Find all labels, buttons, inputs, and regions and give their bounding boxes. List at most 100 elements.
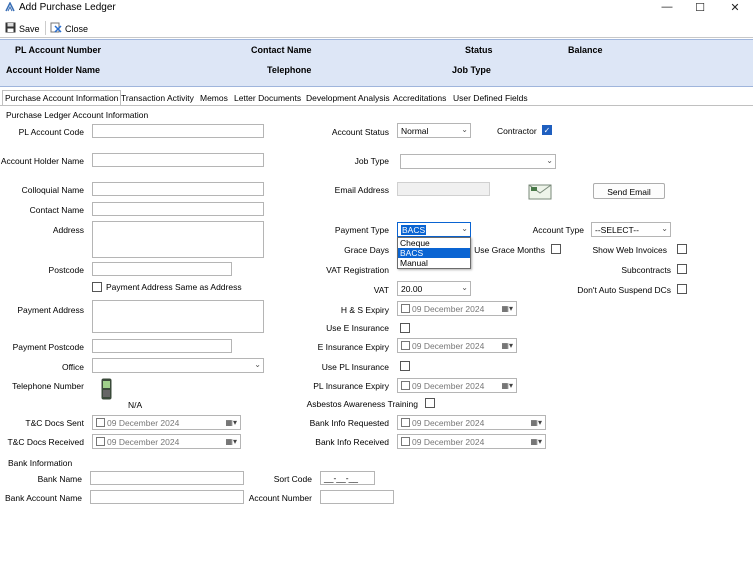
floppy-disk-icon xyxy=(5,22,16,35)
label-bank-account-name: Bank Account Name xyxy=(4,493,82,503)
account-type-select[interactable]: --SELECT-- ⌄ xyxy=(591,222,671,237)
tc-docs-received-date[interactable]: 09 December 2024 ▦▾ xyxy=(92,434,241,449)
label-show-web-invoices: Show Web Invoices xyxy=(592,245,668,255)
bank-info-requested-date[interactable]: 09 December 2024 ▦▾ xyxy=(397,415,546,430)
asbestos-training-checkbox[interactable] xyxy=(425,398,435,408)
toolbar-separator xyxy=(45,21,46,35)
label-grace-days: Grace Days xyxy=(344,245,389,255)
vat-select[interactable]: 20.00 ⌄ xyxy=(397,281,471,296)
payment-option-cheque[interactable]: Cheque xyxy=(398,238,470,248)
label-contractor: Contractor xyxy=(497,126,537,136)
minimize-button[interactable]: — xyxy=(657,1,677,13)
pl-account-code-input[interactable] xyxy=(92,124,264,138)
account-holder-name-input[interactable] xyxy=(92,153,264,167)
save-button[interactable]: Save xyxy=(5,22,40,35)
subcontracts-checkbox[interactable] xyxy=(677,264,687,274)
calendar-icon[interactable]: ▦▾ xyxy=(501,381,513,390)
payment-same-as-address-checkbox[interactable] xyxy=(92,282,102,292)
label-e-insurance-expiry: E Insurance Expiry xyxy=(317,342,389,352)
label-address: Address xyxy=(52,225,84,235)
sort-code-input[interactable]: __-__-__ xyxy=(320,471,375,485)
office-select[interactable]: ⌄ xyxy=(92,358,264,373)
email-address-input[interactable] xyxy=(397,182,490,196)
pl-insurance-expiry-date[interactable]: 09 December 2024 ▦▾ xyxy=(397,378,517,393)
tab-letter-documents[interactable]: Letter Documents xyxy=(231,90,304,105)
label-bank-info-received: Bank Info Received xyxy=(315,437,389,447)
use-pl-insurance-checkbox[interactable] xyxy=(400,361,410,371)
window-title: Add Purchase Ledger xyxy=(19,2,116,13)
date-enable-checkbox[interactable] xyxy=(401,304,410,313)
label-office: Office xyxy=(61,362,84,372)
label-use-pl-insurance: Use PL Insurance xyxy=(321,362,389,372)
mobile-phone-icon[interactable] xyxy=(101,378,112,402)
e-insurance-expiry-date[interactable]: 09 December 2024 ▦▾ xyxy=(397,338,517,353)
calendar-icon[interactable]: ▦▾ xyxy=(501,304,513,313)
dont-auto-suspend-checkbox[interactable] xyxy=(677,284,687,294)
job-type-select[interactable]: ⌄ xyxy=(400,154,556,169)
label-postcode: Postcode xyxy=(48,265,84,275)
tab-purchase-account-information[interactable]: Purchase Account Information xyxy=(2,90,122,106)
colloquial-name-input[interactable] xyxy=(92,182,264,196)
close-document-icon xyxy=(50,22,62,35)
tc-docs-sent-date[interactable]: 09 December 2024 ▦▾ xyxy=(92,415,241,430)
close-button[interactable]: Close xyxy=(50,22,88,35)
toolbar xyxy=(0,18,753,38)
contact-name-input[interactable] xyxy=(92,202,264,216)
calendar-icon[interactable]: ▦▾ xyxy=(225,418,237,427)
use-e-insurance-checkbox[interactable] xyxy=(400,323,410,333)
label-asbestos-training: Asbestos Awareness Training xyxy=(306,399,418,409)
label-colloquial-name: Colloquial Name xyxy=(21,185,84,195)
header-status: Status xyxy=(465,45,493,55)
bank-information-heading: Bank Information xyxy=(8,458,73,468)
date-enable-checkbox[interactable] xyxy=(401,381,410,390)
tab-accreditations[interactable]: Accreditations xyxy=(390,90,449,105)
payment-postcode-input[interactable] xyxy=(92,339,232,353)
calendar-icon[interactable]: ▦▾ xyxy=(530,418,542,427)
payment-address-textarea[interactable] xyxy=(92,300,264,333)
label-bank-info-requested: Bank Info Requested xyxy=(309,418,389,428)
bank-name-input[interactable] xyxy=(90,471,244,485)
date-enable-checkbox[interactable] xyxy=(401,418,410,427)
telephone-value: N/A xyxy=(128,400,143,410)
postcode-input[interactable] xyxy=(92,262,232,276)
maximize-button[interactable]: ☐ xyxy=(690,1,710,14)
date-enable-checkbox[interactable] xyxy=(96,437,105,446)
label-telephone-number: Telephone Number xyxy=(12,381,84,391)
account-status-select[interactable]: Normal ⌄ xyxy=(397,123,471,138)
tab-development-analysis[interactable]: Development Analysis xyxy=(303,90,393,105)
bank-account-name-input[interactable] xyxy=(90,490,244,504)
payment-option-bacs[interactable]: BACS xyxy=(398,248,470,258)
close-window-button[interactable]: ✕ xyxy=(725,1,745,14)
date-enable-checkbox[interactable] xyxy=(96,418,105,427)
address-textarea[interactable] xyxy=(92,221,264,258)
calendar-icon[interactable]: ▦▾ xyxy=(501,341,513,350)
label-pl-insurance-expiry: PL Insurance Expiry xyxy=(313,381,389,391)
date-enable-checkbox[interactable] xyxy=(401,341,410,350)
payment-type-select[interactable]: BACS ⌄ xyxy=(397,222,471,237)
header-job-type: Job Type xyxy=(452,65,491,75)
use-grace-months-checkbox[interactable] xyxy=(551,244,561,254)
payment-option-manual[interactable]: Manual xyxy=(398,258,470,268)
chevron-down-icon: ⌄ xyxy=(546,156,553,165)
send-email-button[interactable]: Send Email xyxy=(593,183,665,199)
chevron-down-icon: ⌄ xyxy=(461,283,468,292)
bank-info-received-date[interactable]: 09 December 2024 ▦▾ xyxy=(397,434,546,449)
calendar-icon[interactable]: ▦▾ xyxy=(530,437,542,446)
chevron-down-icon: ⌄ xyxy=(661,224,668,233)
tab-user-defined-fields[interactable]: User Defined Fields xyxy=(450,90,531,105)
envelope-icon[interactable] xyxy=(528,183,552,202)
tab-memos[interactable]: Memos xyxy=(197,90,231,105)
show-web-invoices-checkbox[interactable] xyxy=(677,244,687,254)
date-enable-checkbox[interactable] xyxy=(401,437,410,446)
label-payment-address: Payment Address xyxy=(17,305,84,315)
account-number-input[interactable] xyxy=(320,490,394,504)
label-account-type: Account Type xyxy=(532,225,584,235)
tab-transaction-activity[interactable]: Transaction Activity xyxy=(118,90,197,105)
contractor-checkbox[interactable]: ✓ xyxy=(542,125,552,135)
label-bank-name: Bank Name xyxy=(37,474,82,484)
app-logo-icon xyxy=(5,1,15,12)
hs-expiry-date[interactable]: 09 December 2024 ▦▾ xyxy=(397,301,517,316)
label-payment-type: Payment Type xyxy=(334,225,389,235)
calendar-icon[interactable]: ▦▾ xyxy=(225,437,237,446)
label-sort-code: Sort Code xyxy=(273,474,312,484)
